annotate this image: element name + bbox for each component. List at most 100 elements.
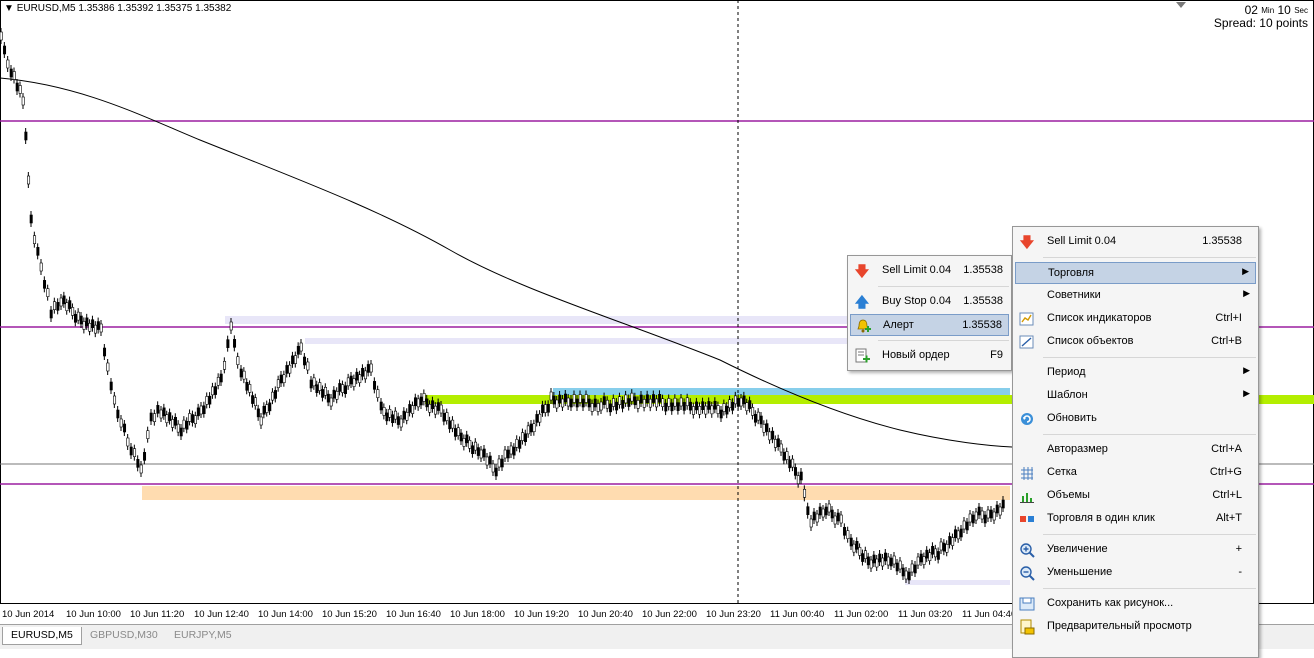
candle-body	[618, 396, 622, 405]
menu-autoscale[interactable]: Авторазмер Ctrl+A	[1015, 439, 1256, 461]
zoom-in-icon	[1020, 543, 1035, 558]
candle-body	[742, 395, 746, 405]
candle-body	[431, 400, 435, 410]
candle-body	[494, 467, 498, 477]
candle-body	[408, 404, 412, 413]
candle-body	[39, 262, 43, 272]
candle-body	[739, 397, 743, 407]
candle-body	[719, 409, 723, 419]
candle-body	[942, 542, 946, 552]
menu-trading[interactable]: Торговля ▶	[1015, 262, 1256, 284]
candle-body	[785, 451, 789, 460]
candle-body	[922, 556, 926, 565]
candle-body	[529, 423, 533, 433]
chart-context-menu: 🡇 Sell Limit 0.04 1.35538 Торговля ▶ Сов…	[1012, 226, 1259, 658]
candle-body	[889, 557, 893, 567]
menu-one-click-trading[interactable]: Торговля в один клик Alt+T	[1015, 508, 1256, 530]
menu-sell-limit[interactable]: 🡇 Sell Limit 0.04 1.35538	[1015, 231, 1256, 253]
candle-body	[824, 506, 828, 516]
candle-body	[863, 550, 867, 560]
candle-body	[799, 471, 803, 481]
candle-body	[36, 247, 40, 256]
candle-body	[688, 401, 692, 411]
menu-zoom-out[interactable]: Уменьшение -	[1015, 562, 1256, 584]
candle-body	[541, 404, 545, 414]
candle-body	[9, 68, 13, 78]
candle-body	[839, 514, 843, 524]
menu-objects-list[interactable]: Список объектов Ctrl+B	[1015, 331, 1256, 353]
candle-body	[645, 394, 649, 404]
candle-body	[986, 509, 990, 519]
candle-body	[219, 373, 223, 383]
menu-grid[interactable]: Сетка Ctrl+G	[1015, 462, 1256, 484]
candle-body	[436, 402, 440, 411]
candle-body	[569, 398, 573, 408]
candle-body	[93, 324, 97, 334]
candle-body	[68, 300, 72, 309]
candle-body	[821, 508, 825, 518]
tab-gbpusd-m30[interactable]: GBPUSD,M30	[82, 627, 166, 644]
dropdown-triangle-icon[interactable]: ▼	[4, 3, 14, 14]
menu-period[interactable]: Период ▶	[1015, 362, 1256, 384]
candle-body	[176, 423, 180, 433]
submenu-buy-stop[interactable]: 🡅 Buy Stop 0.04 1.35538	[850, 291, 1009, 313]
tab-eurjpy-m5[interactable]: EURJPY,M5	[166, 627, 240, 644]
time-label: 11 Jun 00:40	[770, 609, 825, 620]
candle-body	[931, 545, 935, 555]
candle-body	[445, 412, 449, 421]
candle-body	[549, 391, 553, 401]
menu-print-preview[interactable]: Предварительный просмотр	[1015, 616, 1256, 638]
candle-body	[753, 413, 757, 423]
volumes-icon	[1020, 493, 1034, 503]
candle-body	[332, 389, 336, 399]
candle-body	[376, 389, 380, 398]
candle-body	[933, 548, 937, 558]
candle-body	[85, 317, 89, 327]
candle-body	[318, 382, 322, 391]
timer-seconds: 10	[1277, 3, 1291, 17]
candle-body	[535, 414, 539, 423]
candle-body	[59, 297, 63, 307]
candle-body	[391, 414, 395, 424]
candle-body	[745, 402, 749, 412]
candle-body	[883, 552, 887, 562]
candle-body	[156, 405, 160, 414]
candle-body	[928, 552, 932, 562]
menu-refresh[interactable]: Обновить	[1015, 408, 1256, 430]
candle-body	[861, 553, 865, 562]
menu-experts[interactable]: Советники ▶	[1015, 285, 1256, 307]
candle-body	[179, 427, 183, 437]
candle-body	[624, 394, 628, 404]
candle-body	[296, 345, 300, 355]
submenu-new-order[interactable]: Новый ордер F9	[850, 345, 1009, 367]
candle-body	[413, 397, 417, 407]
menu-indicators-list[interactable]: Список индикаторов Ctrl+I	[1015, 308, 1256, 330]
candle-body	[312, 377, 316, 387]
candle-body	[293, 355, 297, 364]
symbol-quote: EURUSD,M5 1.35386 1.35392 1.35375 1.3538…	[16, 3, 232, 14]
candle-body	[21, 96, 25, 106]
candle-body	[836, 512, 840, 522]
menu-volumes[interactable]: Объемы Ctrl+L	[1015, 485, 1256, 507]
candle-body	[468, 439, 472, 449]
candle-body	[276, 379, 280, 389]
submenu-alert[interactable]: Алерт 1.35538	[850, 314, 1009, 336]
submenu-sell-limit[interactable]: 🡇 Sell Limit 0.04 1.35538	[850, 260, 1009, 282]
zone-lavender	[905, 580, 1010, 585]
candle-body	[279, 374, 283, 384]
submenu-arrow-icon: ▶	[1243, 288, 1250, 298]
tab-eurusd-m5[interactable]: EURUSD,M5	[2, 627, 82, 645]
candle-body	[664, 402, 668, 412]
candle-body	[321, 389, 325, 398]
menu-save-picture[interactable]: Сохранить как рисунок...	[1015, 593, 1256, 615]
candle-body	[99, 323, 103, 333]
candle-body	[346, 377, 350, 387]
candle-body	[989, 509, 993, 519]
candle-body	[451, 419, 455, 429]
candle-body	[875, 558, 879, 568]
candle-body	[473, 441, 477, 451]
menu-template[interactable]: Шаблон ▶	[1015, 385, 1256, 407]
candle-body	[143, 452, 147, 461]
menu-zoom-in[interactable]: Увеличение +	[1015, 539, 1256, 561]
candle-body	[670, 402, 674, 412]
